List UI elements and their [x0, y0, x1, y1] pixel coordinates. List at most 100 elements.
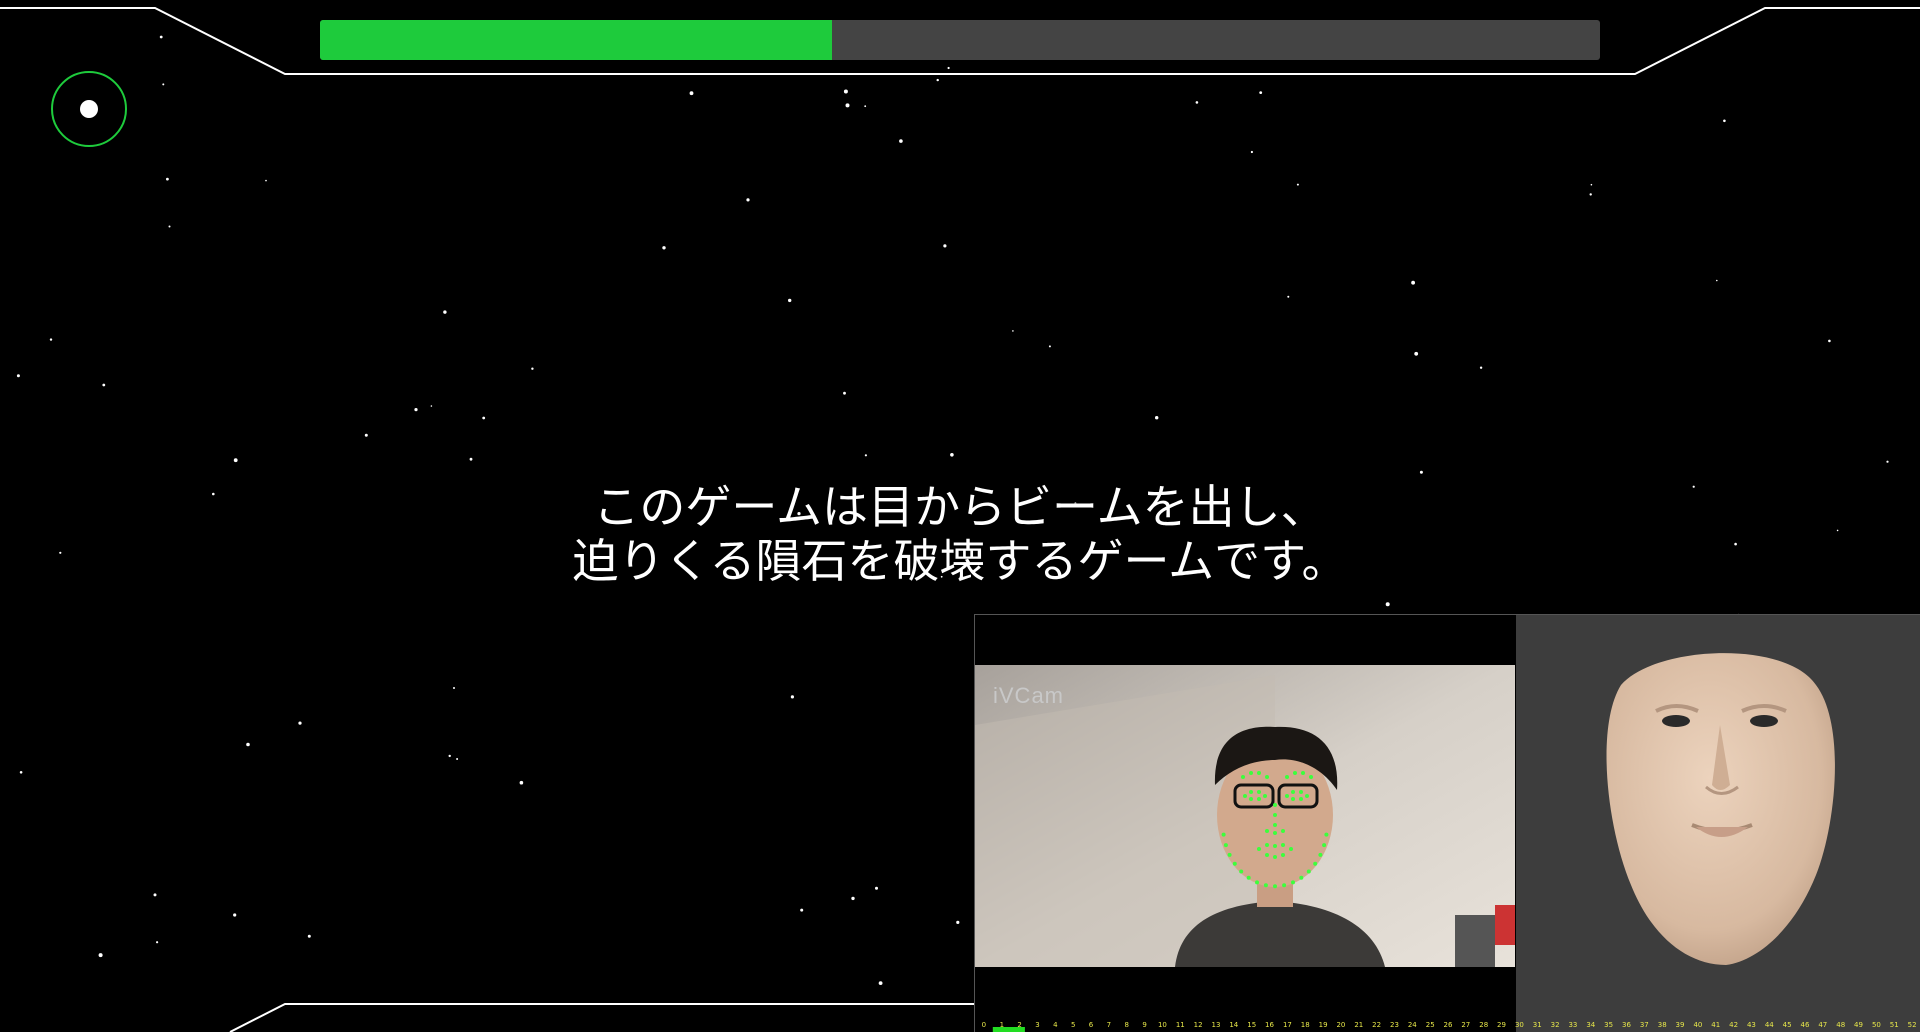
- frame-ruler-tick: 10: [1158, 1021, 1167, 1029]
- face-landmark-point: [1313, 861, 1318, 866]
- frame-ruler-tick: 8: [1124, 1021, 1128, 1029]
- face-landmark-point: [1324, 832, 1329, 837]
- frame-ruler-tick: 33: [1568, 1021, 1577, 1029]
- progress-bar: [320, 20, 1600, 60]
- face-tracking-panel: iVCam 0 1 2 3 4 5 6 7 8 9 10 11 12 13 14…: [974, 614, 1920, 1032]
- face-landmark-point: [1273, 803, 1277, 807]
- face-landmark-point: [1227, 852, 1232, 857]
- progress-bar-fill: [320, 20, 832, 60]
- face-landmark-point: [1255, 880, 1259, 885]
- face-landmark-point: [1265, 829, 1269, 833]
- face-landmark-point: [1265, 853, 1269, 857]
- webcam-feed: iVCam: [975, 665, 1515, 967]
- face-landmark-point: [1263, 883, 1268, 888]
- game-screen: このゲームは目からビームを出し、 迫りくる隕石を破壊するゲームです。 iVCam…: [0, 0, 1920, 1032]
- face-landmark-point: [1281, 843, 1285, 847]
- avatar-view: [1516, 615, 1920, 1032]
- face-landmark-point: [1306, 869, 1311, 874]
- face-landmark-point: [1249, 771, 1253, 775]
- frame-ruler-tick: 30: [1515, 1021, 1524, 1029]
- frame-ruler-tick: 2: [1017, 1021, 1021, 1029]
- webcam-scene: [975, 665, 1515, 967]
- face-landmark-point: [1281, 853, 1285, 857]
- face-landmark-point: [1309, 775, 1313, 779]
- frame-ruler-tick: 49: [1854, 1021, 1863, 1029]
- frame-ruler-tick: 40: [1693, 1021, 1702, 1029]
- face-landmark-point: [1273, 844, 1277, 848]
- frame-ruler-tick: 44: [1765, 1021, 1774, 1029]
- frame-ruler-tick: 46: [1801, 1021, 1810, 1029]
- face-landmark-point: [1291, 797, 1295, 801]
- frame-ruler-tick: 24: [1408, 1021, 1417, 1029]
- face-landmark-point: [1257, 847, 1261, 851]
- frame-ruler-tick: 21: [1354, 1021, 1363, 1029]
- face-landmark-point: [1249, 797, 1253, 801]
- face-landmark-point: [1249, 790, 1253, 794]
- hud-frame-bottom: [229, 1003, 974, 1032]
- frame-ruler-tick: 23: [1390, 1021, 1399, 1029]
- frame-ruler-tick: 39: [1676, 1021, 1685, 1029]
- frame-ruler-tick: 4: [1053, 1021, 1058, 1029]
- face-landmark-point: [1257, 771, 1261, 775]
- face-landmark-point: [1257, 797, 1261, 801]
- frame-ruler-tick: 50: [1872, 1021, 1881, 1029]
- face-landmark-point: [1305, 794, 1309, 798]
- frame-ruler-tick: 22: [1372, 1021, 1381, 1029]
- frame-ruler-tick: 27: [1461, 1021, 1470, 1029]
- frame-ruler-tick: 9: [1142, 1021, 1146, 1029]
- face-landmark-point: [1318, 852, 1323, 857]
- frame-ruler-tick: 7: [1107, 1021, 1111, 1029]
- frame-ruler: 0 1 2 3 4 5 6 7 8 9 10 11 12 13 14 15 16 17 18 19 20 21 22 23 24…: [982, 1021, 1917, 1032]
- face-landmark-point: [1221, 832, 1226, 837]
- frame-ruler-tick: 26: [1444, 1021, 1453, 1029]
- frame-ruler-tick: 17: [1283, 1021, 1292, 1029]
- frame-ruler-tick: 18: [1301, 1021, 1310, 1029]
- camera-label: iVCam: [993, 683, 1065, 708]
- frame-ruler-tick: 51: [1890, 1021, 1899, 1029]
- frame-ruler-tick: 52: [1908, 1021, 1917, 1029]
- face-landmark-point: [1239, 869, 1244, 874]
- frame-ruler-tick: 19: [1319, 1021, 1328, 1029]
- face-landmark-point: [1243, 794, 1247, 798]
- face-landmark-point: [1299, 875, 1304, 880]
- frame-ruler-tick: 11: [1176, 1021, 1185, 1029]
- frame-ruler-tick: 28: [1479, 1021, 1488, 1029]
- frame-ruler-tick: 29: [1497, 1021, 1506, 1029]
- frame-ruler-tick: 20: [1336, 1021, 1345, 1029]
- frame-ruler-tick: 42: [1729, 1021, 1738, 1029]
- frame-ruler-tick: 1: [1000, 1021, 1004, 1029]
- face-landmark-point: [1241, 775, 1245, 779]
- face-avatar-icon: [1606, 653, 1835, 965]
- face-landmark-point: [1291, 790, 1295, 794]
- frame-ruler-tick: 37: [1640, 1021, 1649, 1029]
- face-landmark-point: [1273, 884, 1277, 889]
- face-landmark-point: [1263, 794, 1267, 798]
- face-landmark-point: [1299, 790, 1303, 794]
- face-landmark-point: [1273, 855, 1277, 859]
- face-landmark-point: [1223, 843, 1228, 848]
- frame-ruler-tick: 13: [1212, 1021, 1221, 1029]
- face-landmark-point: [1273, 823, 1277, 827]
- subtitle-line-2: 迫りくる隕石を破壊するゲームです。: [572, 534, 1348, 588]
- frame-ruler-tick: 31: [1533, 1021, 1542, 1029]
- face-landmark-point: [1257, 790, 1261, 794]
- face-landmark-point: [1273, 813, 1277, 817]
- gaze-target-icon: [51, 71, 127, 147]
- frame-ruler-tick: 48: [1836, 1021, 1845, 1029]
- frame-ruler-tick: 14: [1229, 1021, 1238, 1029]
- face-landmark-point: [1285, 794, 1289, 798]
- frame-ruler-tick: 25: [1426, 1021, 1435, 1029]
- frame-ruler-tick: 36: [1622, 1021, 1631, 1029]
- frame-ruler-tick: 43: [1747, 1021, 1756, 1029]
- frame-ruler-tick: 35: [1604, 1021, 1613, 1029]
- frame-ruler-tick: 41: [1711, 1021, 1720, 1029]
- frame-ruler-tick: 16: [1265, 1021, 1274, 1029]
- frame-ruler-tick: 38: [1658, 1021, 1667, 1029]
- face-landmark-point: [1289, 847, 1293, 851]
- face-landmark-point: [1232, 861, 1237, 866]
- subtitle-line-1: このゲームは目からビームを出し、: [593, 480, 1327, 534]
- face-landmark-point: [1322, 843, 1327, 848]
- face-landmark-point: [1273, 831, 1277, 835]
- frame-ruler-tick: 6: [1089, 1021, 1094, 1029]
- frame-ruler-tick: 5: [1071, 1021, 1075, 1029]
